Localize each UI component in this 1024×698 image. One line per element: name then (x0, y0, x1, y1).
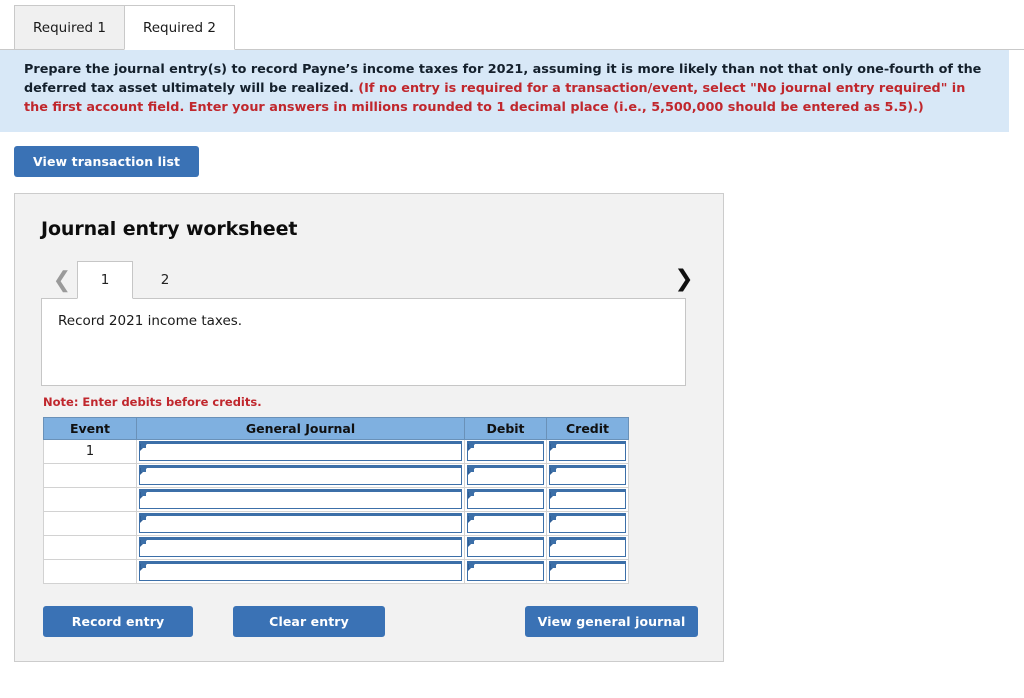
worksheet-tab-1[interactable]: 1 (77, 260, 133, 299)
worksheet-pager: ❮ 1 2 ❯ (41, 260, 701, 299)
credit-input[interactable] (549, 440, 626, 461)
credit-cell (546, 558, 629, 584)
clear-entry-button[interactable]: Clear entry (233, 605, 385, 637)
debit-input[interactable] (467, 512, 544, 533)
entry-description-text: Record 2021 income taxes. (58, 312, 243, 329)
journal-entry-table: Event General Journal Debit Credit 1 (43, 416, 629, 584)
column-header-event: Event (43, 416, 137, 440)
table-header-row: Event General Journal Debit Credit (43, 416, 629, 440)
view-general-journal-button[interactable]: View general journal (525, 605, 698, 637)
table-row (43, 534, 629, 560)
credit-input[interactable] (549, 536, 626, 557)
column-header-debit: Debit (464, 416, 547, 440)
worksheet-tab-2[interactable]: 2 (137, 261, 193, 298)
credit-cell (546, 486, 629, 512)
general-journal-input[interactable] (139, 440, 462, 461)
credit-input[interactable] (549, 512, 626, 533)
debit-cell (464, 486, 547, 512)
event-cell: 1 (43, 438, 137, 464)
event-cell (43, 558, 137, 584)
page-title: Journal entry worksheet (41, 217, 298, 240)
general-journal-input[interactable] (139, 536, 462, 557)
credit-cell (546, 510, 629, 536)
chevron-left-icon[interactable]: ❮ (47, 264, 77, 298)
tab-required-2[interactable]: Required 2 (123, 5, 235, 50)
general-journal-cell (136, 534, 465, 560)
general-journal-cell (136, 486, 465, 512)
worksheet-tab-1-label: 1 (100, 271, 110, 288)
column-header-general-journal: General Journal (136, 416, 465, 440)
general-journal-input[interactable] (139, 464, 462, 485)
tab-required-1[interactable]: Required 1 (14, 5, 125, 49)
debit-cell (464, 510, 547, 536)
event-cell (43, 510, 137, 536)
table-row (43, 462, 629, 488)
column-header-credit: Credit (546, 416, 629, 440)
debit-input[interactable] (467, 536, 544, 557)
credit-cell (546, 462, 629, 488)
credit-cell (546, 438, 629, 464)
view-transaction-list-button[interactable]: View transaction list (14, 145, 200, 177)
event-cell (43, 486, 137, 512)
requirement-tabbar: Required 1 Required 2 (0, 0, 1024, 50)
debit-cell (464, 534, 547, 560)
debit-input[interactable] (467, 488, 544, 509)
journal-entry-worksheet-panel: Journal entry worksheet ❮ 1 2 ❯ Record 2… (14, 192, 724, 662)
event-cell (43, 534, 137, 560)
general-journal-cell (136, 558, 465, 584)
credit-input[interactable] (549, 488, 626, 509)
event-cell (43, 462, 137, 488)
debit-input[interactable] (467, 464, 544, 485)
instruction-callout: Prepare the journal entry(s) to record P… (0, 50, 1009, 132)
tab-required-2-label: Required 2 (142, 19, 216, 36)
entry-description-box: Record 2021 income taxes. (41, 297, 686, 386)
tab-required-1-label: Required 1 (33, 19, 106, 36)
general-journal-input[interactable] (139, 560, 462, 581)
debit-cell (464, 438, 547, 464)
chevron-right-icon[interactable]: ❯ (669, 263, 699, 297)
debit-cell (464, 462, 547, 488)
worksheet-tab-2-label: 2 (160, 271, 170, 288)
table-row: 1 (43, 438, 629, 464)
general-journal-input[interactable] (139, 488, 462, 509)
table-row (43, 558, 629, 584)
credit-input[interactable] (549, 464, 626, 485)
table-row (43, 510, 629, 536)
toolbar: View transaction list (0, 132, 1024, 177)
debit-input[interactable] (467, 440, 544, 461)
general-journal-input[interactable] (139, 512, 462, 533)
debits-before-credits-note: Note: Enter debits before credits. (43, 394, 262, 409)
worksheet-actions: Record entry Clear entry View general jo… (43, 605, 698, 637)
record-entry-button[interactable]: Record entry (43, 605, 193, 637)
general-journal-cell (136, 438, 465, 464)
general-journal-cell (136, 462, 465, 488)
general-journal-cell (136, 510, 465, 536)
debit-input[interactable] (467, 560, 544, 581)
credit-input[interactable] (549, 560, 626, 581)
credit-cell (546, 534, 629, 560)
debit-cell (464, 558, 547, 584)
table-row (43, 486, 629, 512)
